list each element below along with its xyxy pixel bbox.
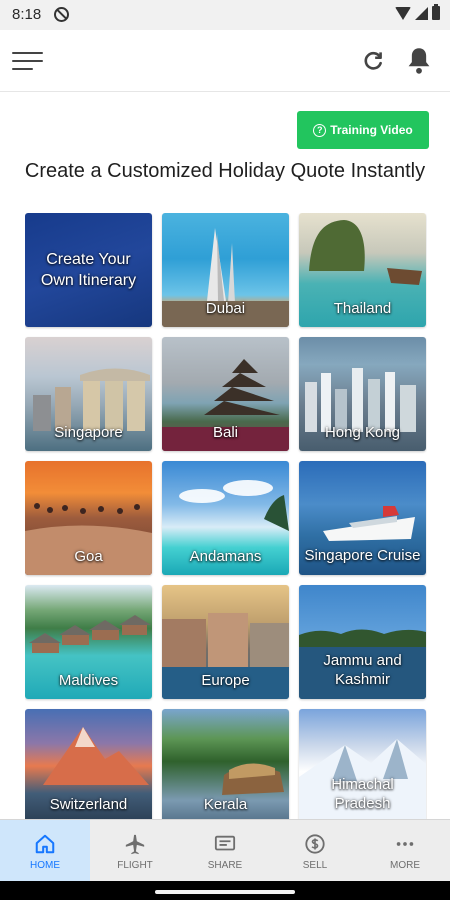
help-circle-icon: ? [313, 123, 327, 137]
nav-home[interactable]: HOME [0, 820, 90, 882]
destination-grid: Create Your Own Itinerary Dubai Thailand… [25, 213, 427, 819]
destination-tile-switzerland[interactable]: Switzerland [25, 709, 152, 819]
tile-label: Thailand [333, 300, 392, 317]
training-video-button[interactable]: ? Training Video [297, 111, 429, 149]
status-bar: 8:18 [0, 0, 450, 30]
destination-tile-himachal-pradesh[interactable]: Himachal Pradesh [299, 709, 426, 819]
dollar-icon [305, 834, 325, 854]
gesture-handle[interactable] [155, 890, 295, 894]
destination-tile-andamans[interactable]: Andamans [162, 461, 289, 575]
destination-tile-kerala[interactable]: Kerala [162, 709, 289, 819]
tile-label: Goa [74, 548, 103, 565]
airplane-icon [125, 834, 145, 855]
destination-tile-europe[interactable]: Europe [162, 585, 289, 699]
tile-label: Switzerland [49, 796, 128, 813]
bottom-navigation: HOME FLIGHT SHARE SELL MORE [0, 819, 450, 882]
tile-label: Andamans [189, 548, 262, 565]
wifi-icon [395, 6, 411, 20]
tile-label: Singapore Cruise [304, 547, 421, 564]
tile-label: Jammu and Kashmir [323, 652, 402, 688]
battery-icon [432, 4, 440, 20]
home-icon [35, 834, 55, 854]
nav-label: FLIGHT [117, 860, 153, 871]
nav-sell[interactable]: SELL [270, 820, 360, 882]
destination-tile-thailand[interactable]: Thailand [299, 213, 426, 327]
status-icons [395, 4, 440, 20]
destination-tile-singapore[interactable]: Singapore [25, 337, 152, 451]
nav-flight[interactable]: FLIGHT [90, 820, 180, 882]
destination-tile-jammu-kashmir[interactable]: Jammu and Kashmir [299, 585, 426, 699]
signal-icon [415, 6, 428, 20]
tile-label: Kerala [203, 796, 248, 813]
status-time: 8:18 [12, 6, 42, 23]
hamburger-menu-icon[interactable] [12, 48, 44, 74]
tile-label: Himachal Pradesh [331, 776, 394, 812]
destination-tile-goa[interactable]: Goa [25, 461, 152, 575]
destination-tile-dubai[interactable]: Dubai [162, 213, 289, 327]
tile-label: Europe [201, 672, 250, 689]
destination-tile-singapore-cruise[interactable]: Singapore Cruise [299, 461, 426, 575]
app-bar [0, 30, 450, 92]
do-not-disturb-icon [54, 7, 69, 22]
destination-tile-maldives[interactable]: Maldives [25, 585, 152, 699]
nav-more[interactable]: MORE [360, 820, 450, 882]
nav-label: SELL [302, 860, 328, 871]
more-icon [396, 842, 414, 846]
tile-label: Bali [212, 424, 238, 441]
tile-label: Dubai [205, 300, 246, 317]
share-icon [214, 835, 236, 851]
destination-tile-hong-kong[interactable]: Hong Kong [299, 337, 426, 451]
page-title: Create a Customized Holiday Quote Instan… [24, 160, 426, 182]
nav-label: SHARE [207, 860, 243, 871]
tile-label: Maldives [58, 672, 119, 689]
create-itinerary-tile[interactable]: Create Your Own Itinerary [25, 213, 152, 327]
tile-label: Create Your Own Itinerary [40, 251, 137, 289]
nav-label: HOME [30, 860, 60, 871]
nav-label: MORE [390, 860, 420, 871]
destination-tile-bali[interactable]: Bali [162, 337, 289, 451]
tile-label: Hong Kong [324, 424, 401, 441]
nav-share[interactable]: SHARE [180, 820, 270, 882]
refresh-icon[interactable] [360, 48, 386, 74]
training-video-label: Training Video [330, 123, 413, 137]
tile-label: Singapore [54, 424, 123, 441]
bell-icon[interactable] [405, 46, 433, 76]
